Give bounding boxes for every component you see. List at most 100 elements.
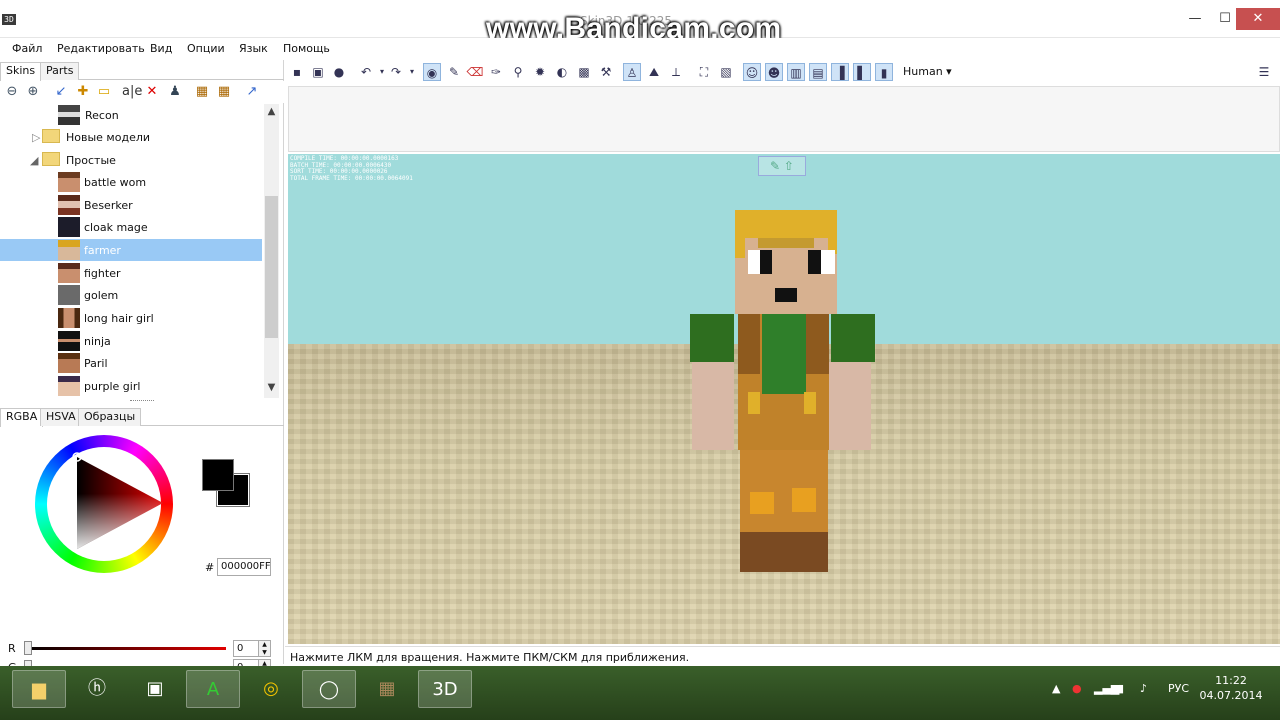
color-wheel[interactable]	[35, 435, 173, 573]
upload-icon[interactable]: ↗	[244, 84, 260, 100]
tree-item-battle-wom[interactable]: battle wom	[0, 171, 262, 193]
camera-app-icon[interactable]: ▣	[128, 670, 182, 708]
tree-item-golem[interactable]: golem	[0, 284, 262, 306]
tree-item-fighter[interactable]: fighter	[0, 262, 262, 284]
chrome-icon[interactable]: ◎	[244, 670, 298, 708]
ground-icon[interactable]: ⛰	[645, 63, 663, 81]
delete-icon[interactable]: ✕	[144, 84, 160, 100]
panel-splitter[interactable]	[130, 400, 154, 404]
minecraft-icon[interactable]: ▦	[360, 670, 414, 708]
save-all-icon[interactable]: ▣	[309, 63, 327, 81]
right-arm-view-icon[interactable]: ▌	[853, 63, 871, 81]
skin-tree: Recon ▷ Новые модели ◢ Простые battle wo…	[0, 104, 264, 398]
body-view-icon[interactable]: ▥	[787, 63, 805, 81]
r-value-input[interactable]: 0	[233, 640, 259, 657]
r-slider-knob[interactable]	[24, 641, 32, 655]
close-button[interactable]: ✕	[1236, 8, 1280, 30]
rename-icon[interactable]: a|e	[122, 84, 142, 100]
menu-language[interactable]: Язык	[239, 42, 268, 55]
tree-item-beserker[interactable]: Beserker	[0, 194, 262, 216]
tray-expand-icon[interactable]: ▲	[1052, 682, 1060, 695]
pencil-icon[interactable]: ✎	[445, 63, 463, 81]
tab-skins[interactable]: Skins	[0, 62, 42, 81]
stamp-icon[interactable]: ⚒	[597, 63, 615, 81]
scroll-up-icon[interactable]: ▲	[264, 106, 279, 122]
app-a-icon[interactable]: A	[186, 670, 240, 708]
zoom-in-icon[interactable]: ⊕	[25, 84, 41, 100]
primary-color-swatch[interactable]	[202, 459, 234, 491]
tree-item-farmer[interactable]: farmer	[0, 239, 262, 261]
axis-icon[interactable]: ⟂	[667, 63, 685, 81]
signal-icon[interactable]: ▂▄▆	[1094, 682, 1119, 695]
3d-viewport[interactable]: COMPILE TIME: 00:00:00.0000163 BATCH TIM…	[288, 154, 1280, 644]
import-icon[interactable]: ↙	[53, 84, 69, 100]
clone-icon[interactable]: ♟	[167, 84, 183, 100]
dropper-icon[interactable]: ✑	[487, 63, 505, 81]
tree-folder-new-models[interactable]: ▷ Новые модели	[0, 126, 262, 148]
model-dropdown[interactable]: Human ▾	[903, 65, 952, 78]
tree-scrollbar[interactable]: ▲ ▼	[264, 104, 279, 398]
tree-item-recon[interactable]: Recon	[0, 104, 262, 126]
app-icon[interactable]: 3D	[2, 14, 16, 25]
fit-icon[interactable]: ⛶	[695, 63, 713, 81]
dodge-icon[interactable]: ⚲	[509, 63, 527, 81]
bandicam-icon[interactable]: ◯	[302, 670, 356, 708]
tab-rgba[interactable]: RGBA	[0, 408, 44, 427]
save-icon[interactable]: ▪	[288, 63, 306, 81]
texture-icon[interactable]: ▦	[216, 84, 232, 100]
tray-app-icon[interactable]: ●	[1072, 682, 1082, 695]
minimize-button[interactable]: —	[1180, 8, 1210, 30]
darken-icon[interactable]: ◐	[553, 63, 571, 81]
volume-icon[interactable]: ♪	[1140, 682, 1147, 695]
folder-icon	[42, 129, 60, 143]
scroll-thumb[interactable]	[265, 196, 278, 338]
helmet-view-icon[interactable]: ☻	[765, 63, 783, 81]
tab-parts[interactable]: Parts	[40, 62, 80, 80]
scroll-down-icon[interactable]: ▼	[264, 382, 279, 398]
collapse-arrow-icon[interactable]: ◢	[30, 154, 38, 167]
left-arm-view-icon[interactable]: ▐	[831, 63, 849, 81]
tree-item-ninja[interactable]: ninja	[0, 330, 262, 352]
panel-toggle-icon[interactable]: ☰	[1255, 63, 1273, 81]
new-skin-icon[interactable]: ✚	[75, 84, 91, 100]
menu-help[interactable]: Помощь	[283, 42, 330, 55]
menu-options[interactable]: Опции	[187, 42, 225, 55]
language-indicator[interactable]: РУС	[1168, 682, 1189, 695]
globe-icon[interactable]: ●	[330, 63, 348, 81]
grid-icon[interactable]: ▦	[194, 84, 210, 100]
clock[interactable]: 11:22 04.07.2014	[1196, 673, 1266, 703]
tree-folder-simple[interactable]: ◢ Простые	[0, 149, 262, 171]
camera-icon[interactable]: ◉	[423, 63, 441, 81]
legs-view-icon[interactable]: ▮	[875, 63, 893, 81]
hp-icon[interactable]: ⓗ	[70, 670, 124, 708]
menu-file[interactable]: Файл	[12, 42, 42, 55]
folder-open-icon	[42, 152, 60, 166]
menu-view[interactable]: Вид	[150, 42, 172, 55]
menu-edit[interactable]: Редактировать	[57, 42, 145, 55]
expand-arrow-icon[interactable]: ▷	[32, 131, 40, 144]
hex-input[interactable]: 000000FF	[217, 558, 271, 576]
skin-thumbnail	[58, 285, 80, 305]
tree-item-long-hair-girl[interactable]: long hair girl	[0, 307, 262, 329]
redo-dropdown-icon[interactable]: ▾	[403, 63, 421, 81]
battery-icon[interactable]: ▮	[1118, 682, 1124, 695]
new-folder-icon[interactable]: ▭	[96, 84, 112, 100]
jacket-view-icon[interactable]: ▤	[809, 63, 827, 81]
tree-item-purple-girl[interactable]: purple girl	[0, 375, 262, 397]
burn-icon[interactable]: ✹	[531, 63, 549, 81]
tab-hsva[interactable]: HSVA	[40, 408, 82, 426]
eraser-icon[interactable]: ⌫	[466, 63, 484, 81]
r-spinner[interactable]: ▲ ▼	[258, 640, 271, 657]
person-icon[interactable]: ♙	[623, 63, 641, 81]
zoom-out-icon[interactable]: ⊖	[4, 84, 20, 100]
r-track[interactable]	[26, 647, 226, 650]
screenshot-icon[interactable]: ▧	[717, 63, 735, 81]
tree-item-cloak-mage[interactable]: cloak mage	[0, 216, 262, 238]
file-explorer-icon[interactable]: ▆	[12, 670, 66, 708]
noise-icon[interactable]: ▩	[575, 63, 593, 81]
tab-swatches[interactable]: Образцы	[78, 408, 142, 426]
tree-item-paril[interactable]: Paril	[0, 352, 262, 374]
head-view-icon[interactable]: ☺	[743, 63, 761, 81]
color-triangle[interactable]	[35, 435, 173, 573]
skin3d-taskbar-icon[interactable]: 3D	[418, 670, 472, 708]
